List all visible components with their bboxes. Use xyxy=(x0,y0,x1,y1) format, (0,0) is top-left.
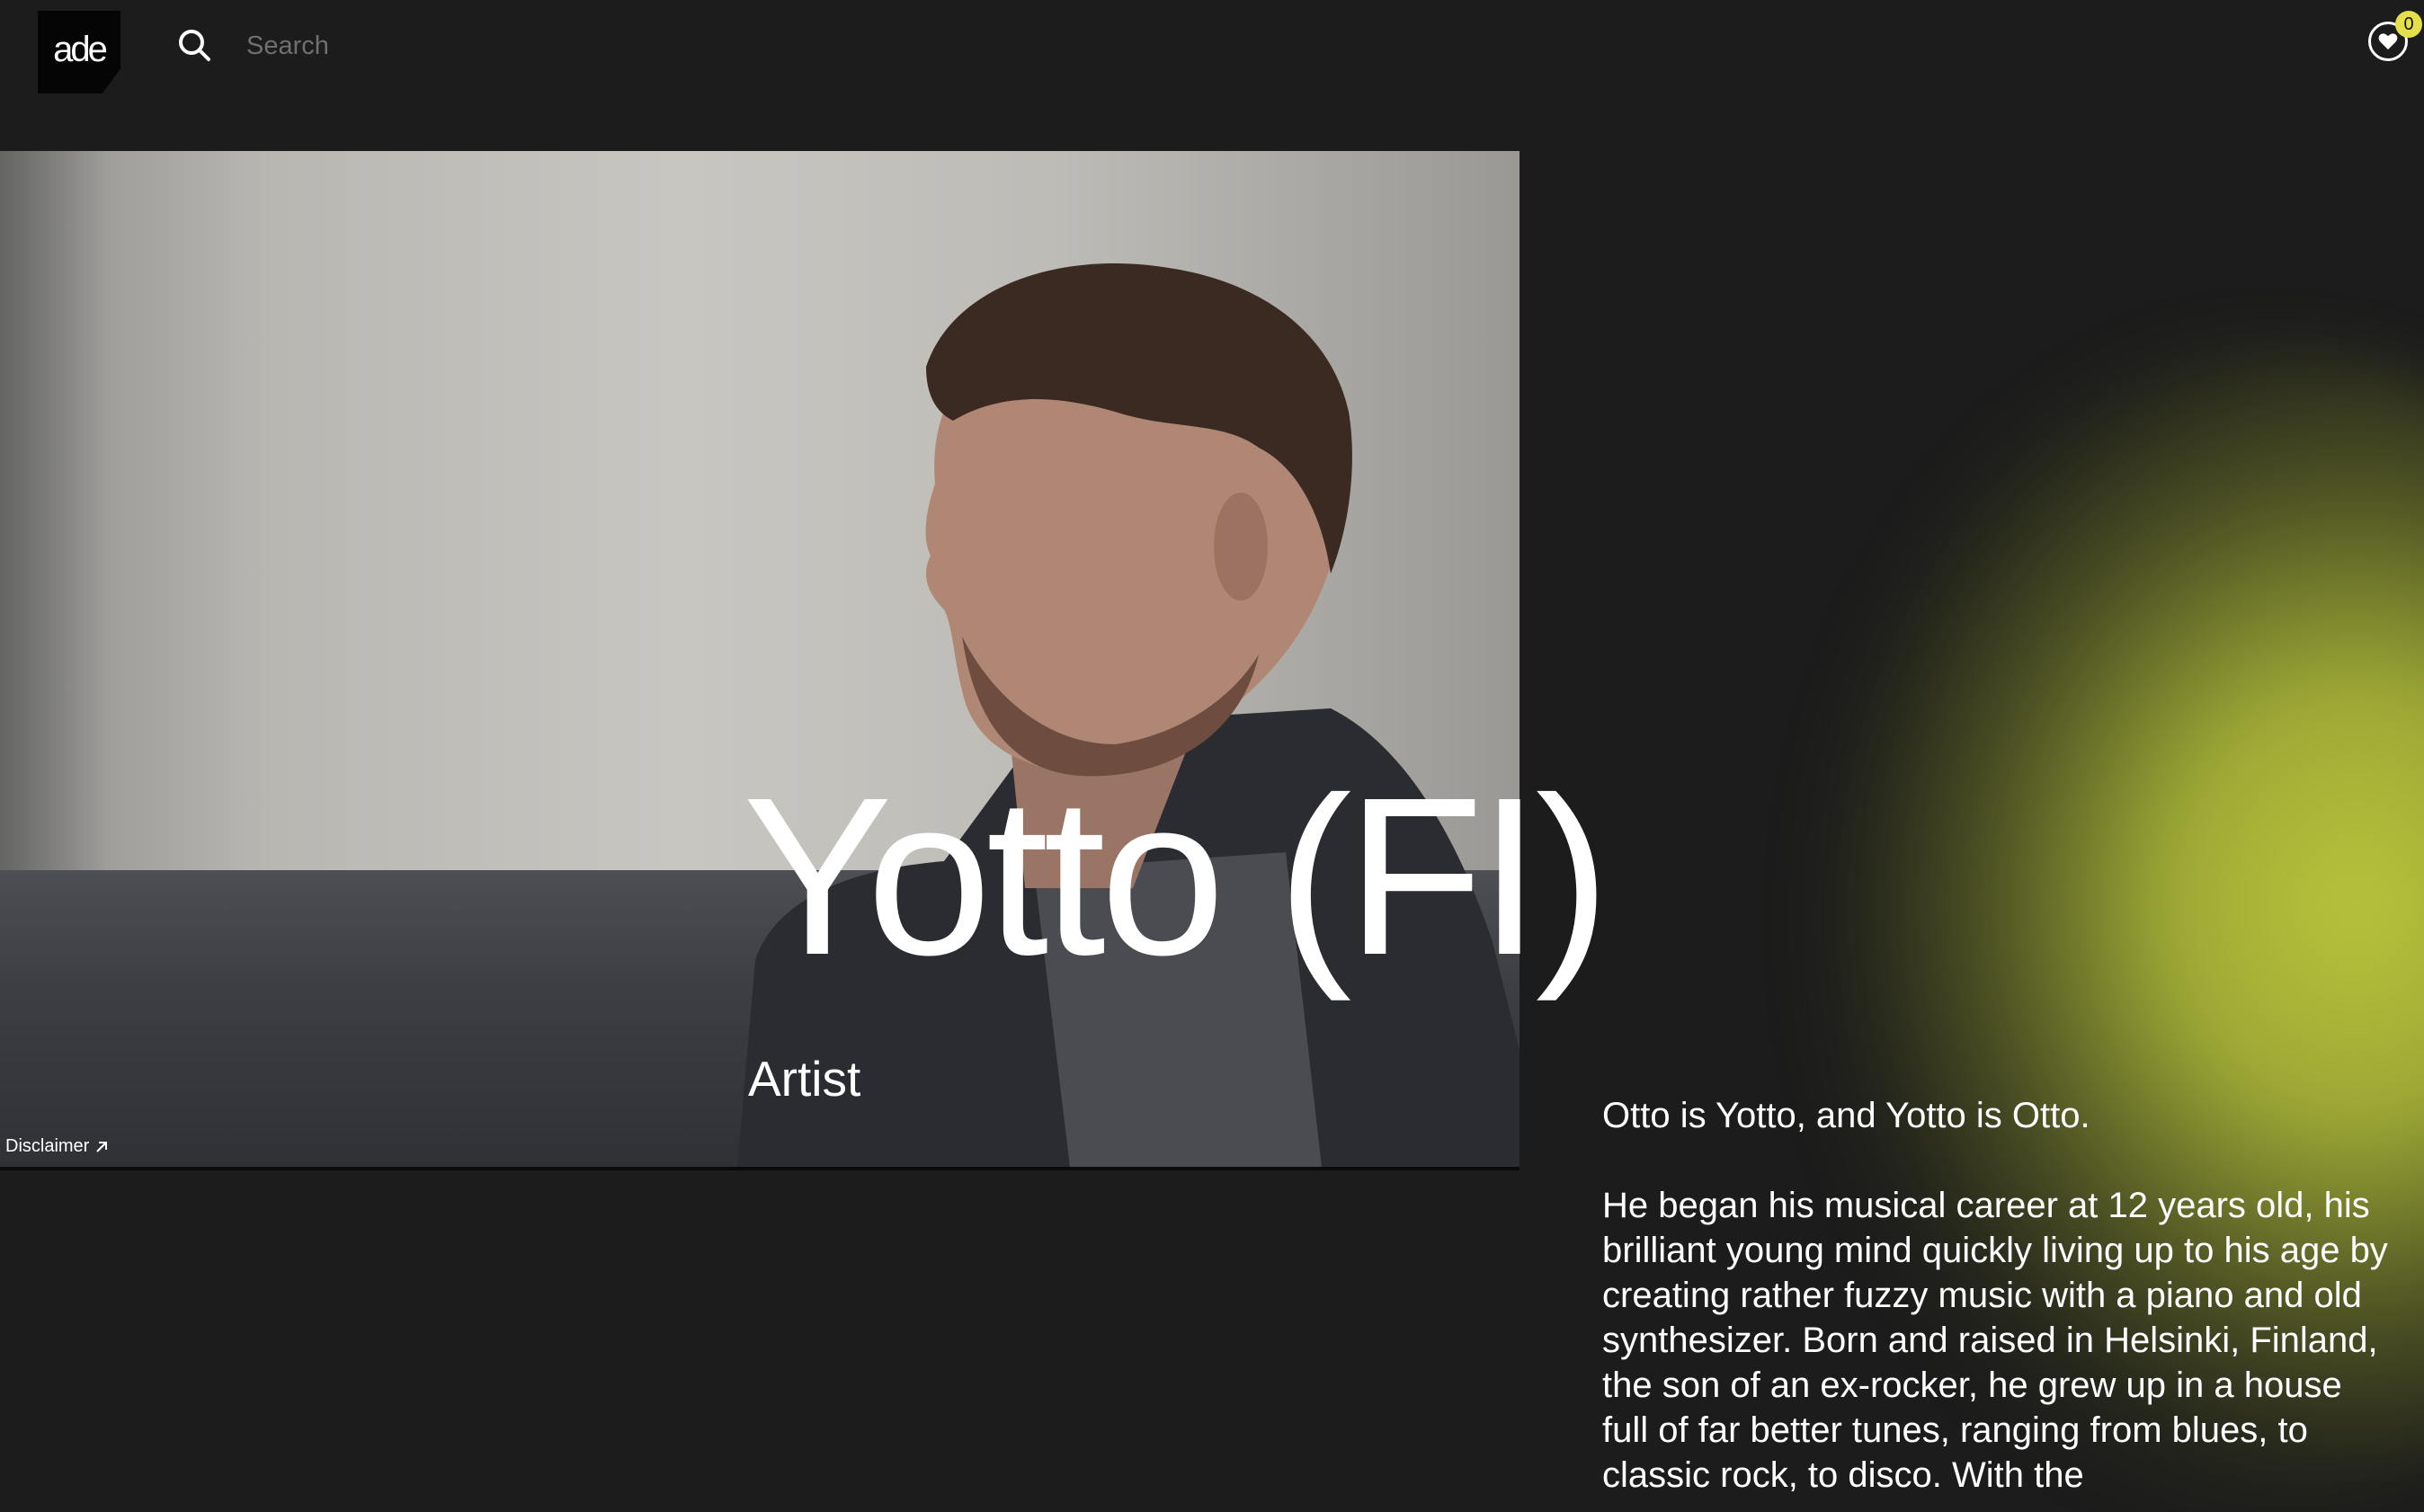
hero-divider xyxy=(0,1167,1519,1170)
search-input[interactable] xyxy=(245,23,1057,68)
favorites-count-badge: 0 xyxy=(2395,11,2422,38)
bio-paragraph: Otto is Yotto, and Yotto is Otto. xyxy=(1602,1096,2090,1135)
bio-paragraph: He began his musical career at 12 years … xyxy=(1602,1186,2388,1495)
logo-text: ade xyxy=(53,29,108,69)
ade-logo[interactable]: ade xyxy=(38,11,120,93)
disclaimer-link[interactable]: Disclaimer xyxy=(5,1136,109,1157)
artist-bio: Otto is Yotto, and Yotto is Otto. He beg… xyxy=(1602,1093,2393,1512)
artist-portrait xyxy=(737,262,1519,1167)
disclaimer-label: Disclaimer xyxy=(5,1136,90,1156)
artist-role: Artist xyxy=(748,1051,861,1107)
heart-icon xyxy=(2378,33,2398,50)
artist-page: ade 0 Disclaimer xyxy=(0,0,2424,1512)
artist-photo xyxy=(0,151,1519,1167)
artist-name: Yotto (FI) xyxy=(743,751,1610,1001)
search-icon[interactable] xyxy=(176,27,212,63)
arrow-up-right-icon xyxy=(96,1141,108,1152)
